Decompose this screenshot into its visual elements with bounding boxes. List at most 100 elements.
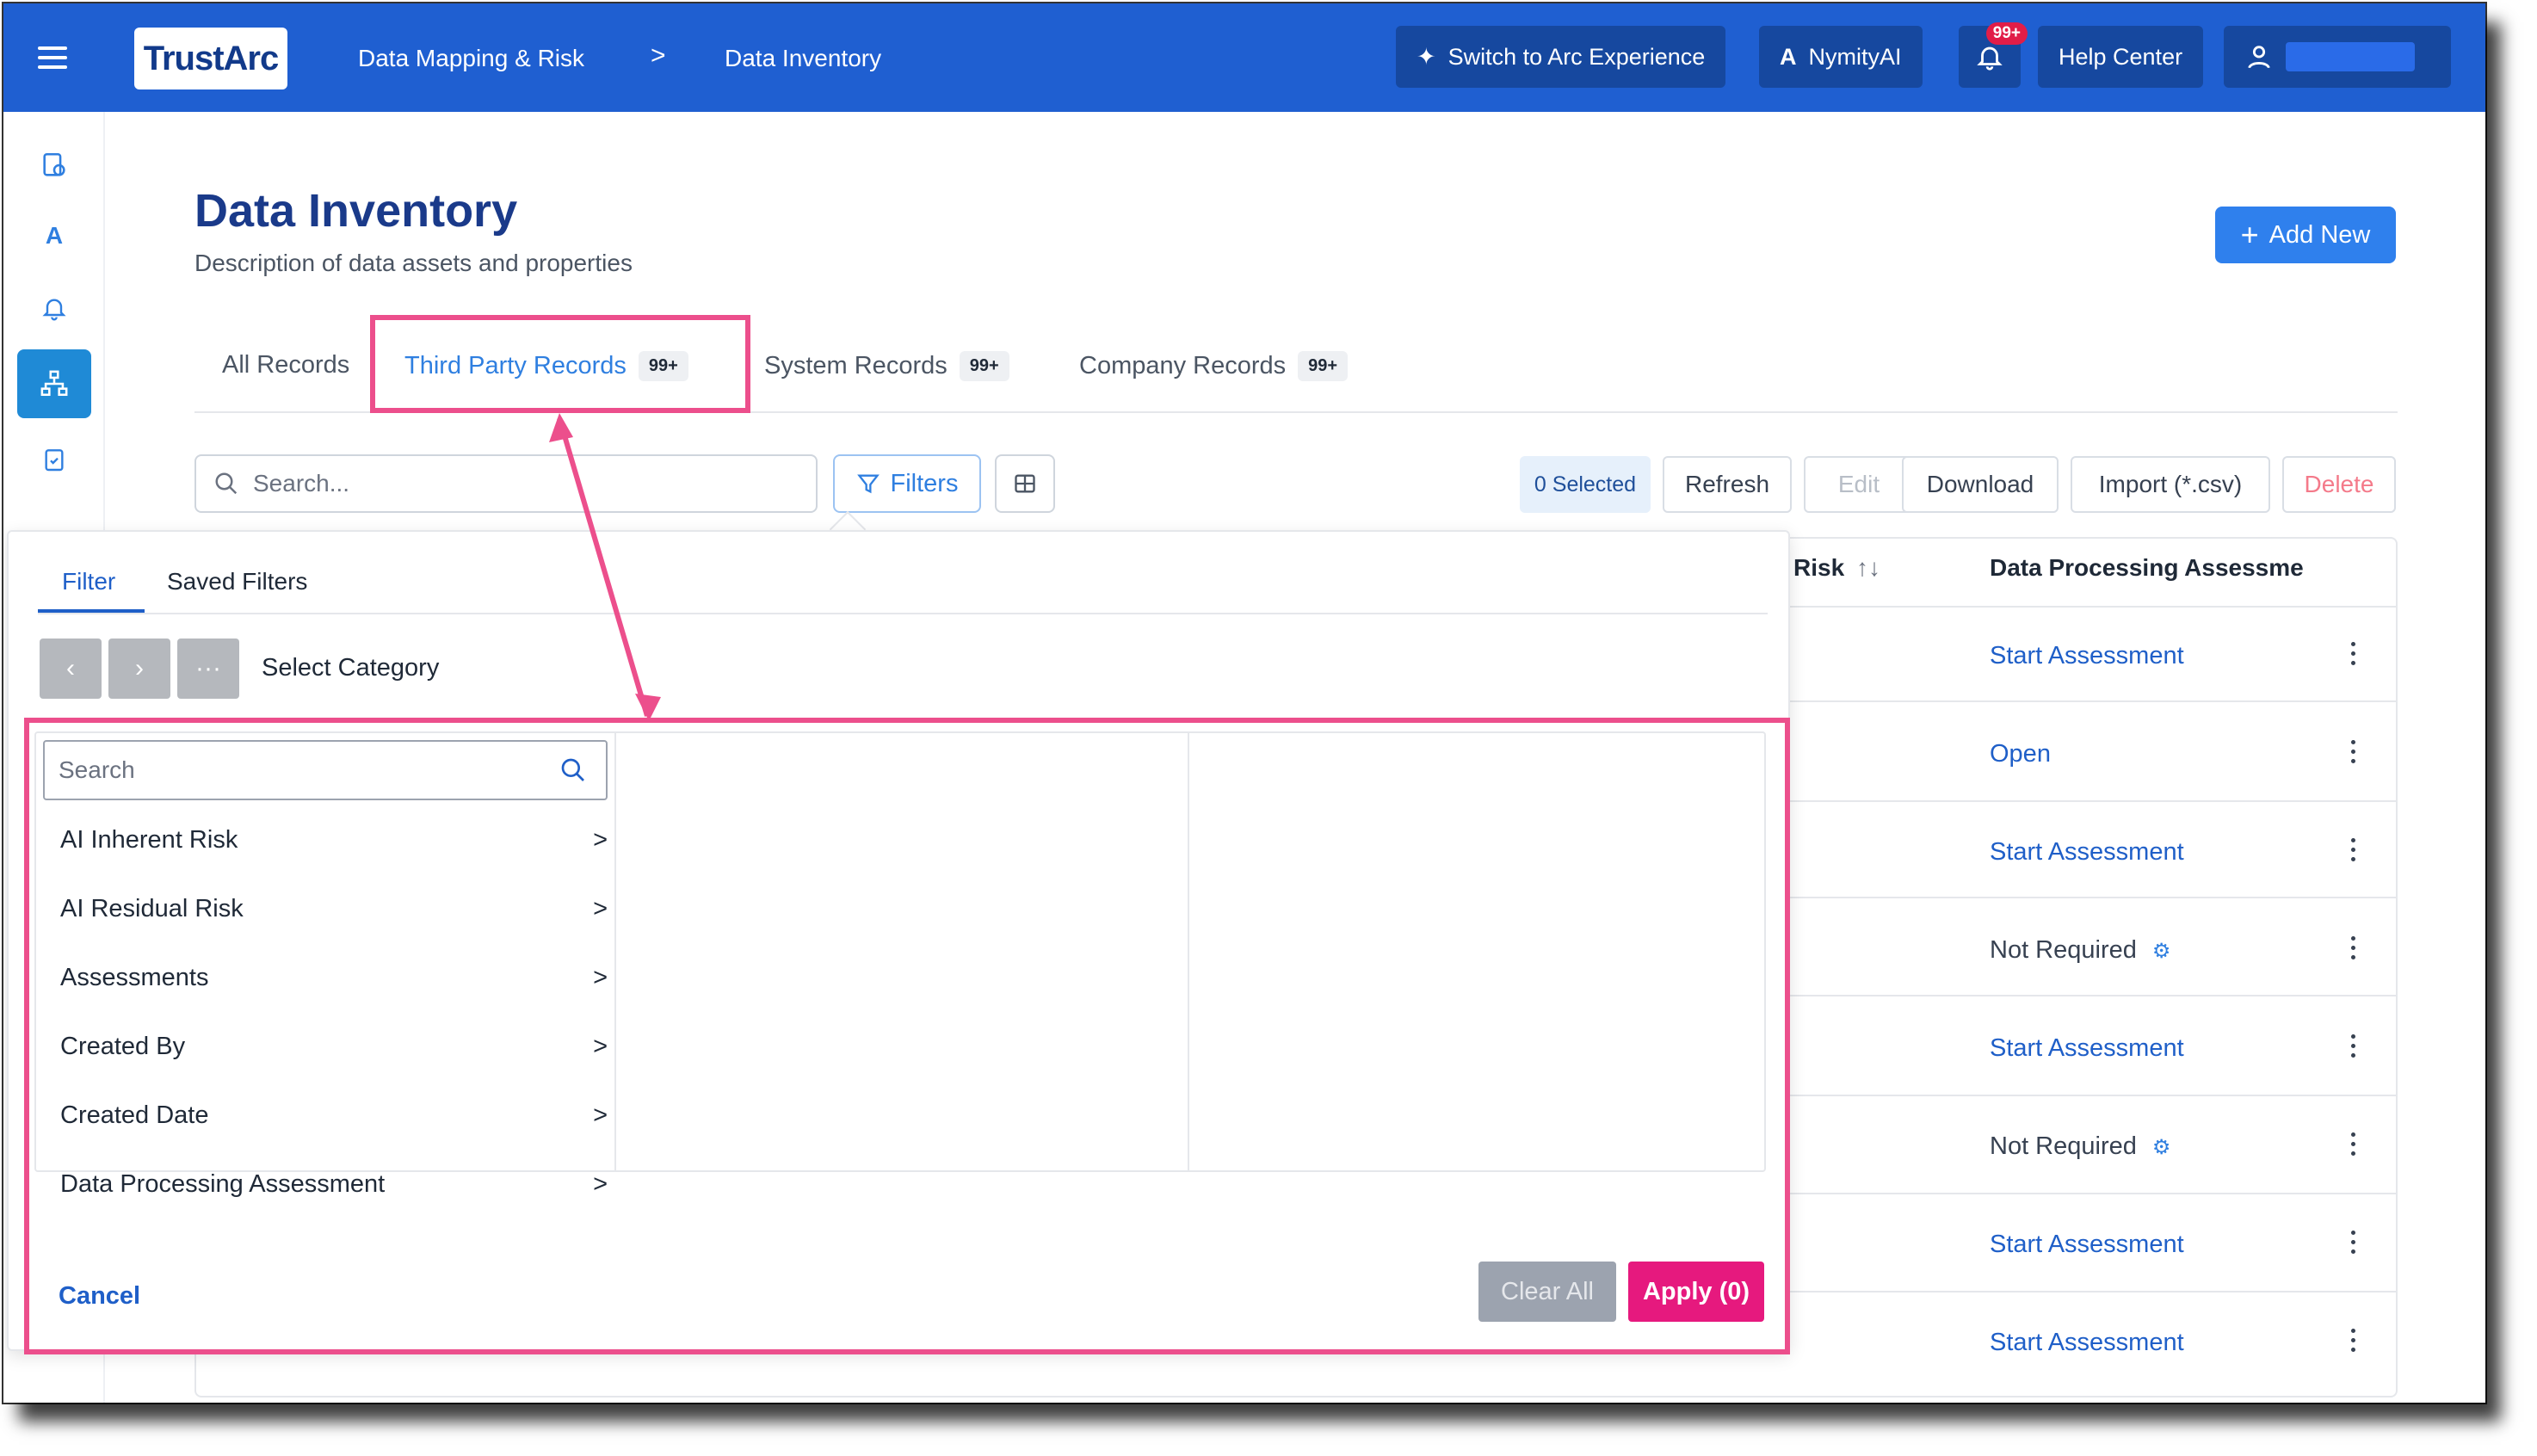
- tab-company-records[interactable]: Company Records 99+: [1079, 351, 1349, 381]
- row-divider: [1785, 1095, 2396, 1096]
- sort-icon[interactable]: ↑↓: [1856, 554, 1880, 581]
- nymityai-label: NymityAI: [1808, 43, 1902, 70]
- help-center-button[interactable]: Help Center: [2038, 26, 2204, 88]
- user-icon: [2248, 46, 2270, 69]
- table-row-assessment[interactable]: Start Assessment: [1990, 1231, 2184, 1259]
- rail-item-assessments[interactable]: [17, 425, 91, 494]
- table-row-assessment[interactable]: Start Assessment: [1990, 1034, 2184, 1063]
- breadcrumb-page: Data Inventory: [725, 45, 882, 71]
- filters-label: Filters: [890, 469, 959, 497]
- add-new-button[interactable]: + Add New: [2215, 207, 2396, 263]
- row-divider: [1785, 606, 2396, 608]
- tab-label: All Records: [222, 351, 350, 379]
- breadcrumb-separator-icon: >: [651, 41, 666, 70]
- page-description: Description of data assets and propertie…: [194, 250, 633, 276]
- row-actions-kebab-icon[interactable]: [2351, 642, 2358, 665]
- grid-icon: [1015, 474, 1035, 493]
- annotation-highlight-tab: [370, 315, 750, 413]
- row-actions-kebab-icon[interactable]: [2351, 838, 2358, 861]
- tab-count-badge: 99+: [959, 351, 1009, 381]
- gear-icon[interactable]: ⚙: [2152, 1135, 2171, 1160]
- gear-icon[interactable]: ⚙: [2152, 939, 2171, 964]
- row-actions-kebab-icon[interactable]: [2351, 740, 2358, 763]
- column-header-data-processing-assessment[interactable]: Data Processing Assessme: [1990, 554, 2304, 582]
- column-layout-button[interactable]: [995, 454, 1055, 513]
- table-row-assessment[interactable]: Start Assessment: [1990, 1329, 2184, 1357]
- trustarc-logo[interactable]: TrustArc: [134, 28, 287, 89]
- help-center-label: Help Center: [2059, 43, 2183, 70]
- hamburger-menu-icon[interactable]: [38, 46, 67, 69]
- plus-icon: +: [2240, 217, 2259, 252]
- nymityai-icon: A: [1780, 43, 1797, 70]
- switch-experience-label: Switch to Arc Experience: [1448, 43, 1706, 70]
- table-row-assessment[interactable]: Start Assessment: [1990, 838, 2184, 867]
- annotation-highlight-panel: [24, 718, 1790, 1354]
- row-actions-kebab-icon[interactable]: [2351, 1132, 2358, 1156]
- search-icon: [215, 472, 238, 495]
- table-row-assessment: Not Required ⚙: [1990, 936, 2170, 965]
- tab-all-records[interactable]: All Records: [222, 351, 349, 379]
- switch-experience-button[interactable]: ✦ Switch to Arc Experience: [1396, 26, 1726, 88]
- row-actions-kebab-icon[interactable]: [2351, 1329, 2358, 1352]
- records-search-input[interactable]: Search...: [194, 454, 818, 513]
- row-actions-kebab-icon[interactable]: [2351, 936, 2358, 959]
- search-placeholder: Search...: [253, 470, 350, 497]
- rail-item-documents[interactable]: [17, 131, 91, 200]
- tab-system-records[interactable]: System Records 99+: [764, 351, 1009, 381]
- redacted-username: [2286, 42, 2415, 71]
- selected-count-badge: 0 Selected: [1520, 456, 1651, 513]
- tab-saved-filters[interactable]: Saved Filters: [167, 568, 307, 595]
- delete-button[interactable]: Delete: [2282, 456, 2396, 513]
- breadcrumb-section[interactable]: Data Mapping & Risk: [358, 45, 584, 72]
- previous-button[interactable]: ‹: [40, 639, 102, 699]
- user-menu-button[interactable]: [2224, 26, 2451, 88]
- next-button[interactable]: ›: [108, 639, 170, 699]
- assessment-status: Not Required: [1990, 1132, 2137, 1160]
- chevron-left-icon: ‹: [66, 654, 75, 682]
- column-header-risk[interactable]: Risk ↑↓: [1793, 554, 1880, 582]
- table-row-assessment[interactable]: Open: [1990, 740, 2051, 768]
- top-bar: TrustArc Data Mapping & Risk > Data Inve…: [3, 3, 2485, 112]
- row-divider: [1785, 897, 2396, 898]
- assessment-status: Not Required: [1990, 936, 2137, 964]
- chevron-right-icon: ›: [135, 654, 144, 682]
- table-row-assessment: Not Required ⚙: [1990, 1132, 2170, 1161]
- notifications-button[interactable]: 99+: [1959, 22, 2028, 88]
- row-divider: [1785, 1291, 2396, 1293]
- row-divider: [1785, 800, 2396, 802]
- row-divider: [1785, 700, 2396, 702]
- popover-tabs-divider: [38, 613, 1768, 614]
- more-options-button[interactable]: ···: [177, 639, 239, 699]
- filters-button[interactable]: Filters: [833, 454, 981, 513]
- tab-label: System Records: [764, 352, 948, 379]
- download-button[interactable]: Download: [1902, 456, 2059, 513]
- sparkle-icon: ✦: [1417, 43, 1436, 70]
- rail-item-data-mapping[interactable]: [17, 349, 91, 418]
- import-csv-button[interactable]: Import (*.csv): [2071, 456, 2270, 513]
- rail-item-nymity[interactable]: A: [17, 201, 91, 270]
- hierarchy-icon: [40, 370, 68, 397]
- document-clock-icon: [43, 152, 65, 176]
- page-title: Data Inventory: [194, 185, 518, 237]
- rail-item-notifications[interactable]: [17, 274, 91, 342]
- refresh-button[interactable]: Refresh: [1663, 456, 1792, 513]
- funnel-icon: [856, 474, 880, 494]
- row-actions-kebab-icon[interactable]: [2351, 1231, 2358, 1254]
- row-actions-kebab-icon[interactable]: [2351, 1034, 2358, 1058]
- nymityai-button[interactable]: A NymityAI: [1759, 26, 1923, 88]
- row-divider: [1785, 995, 2396, 996]
- tab-label: Company Records: [1079, 352, 1287, 379]
- ellipsis-icon: ···: [195, 654, 221, 682]
- row-divider: [1785, 1193, 2396, 1194]
- edit-button[interactable]: Edit: [1804, 456, 1914, 513]
- add-new-label: Add New: [2268, 220, 2371, 249]
- active-tab-indicator: [38, 609, 145, 613]
- notification-count-badge: 99+: [1985, 22, 2028, 45]
- tab-filter[interactable]: Filter: [62, 568, 115, 595]
- nymity-icon: A: [45, 222, 64, 249]
- select-category-label: Select Category: [262, 654, 440, 682]
- bell-outline-icon: [42, 299, 66, 321]
- table-row-assessment[interactable]: Start Assessment: [1990, 642, 2184, 670]
- clipboard-check-icon: [45, 449, 64, 472]
- tab-count-badge: 99+: [1298, 351, 1349, 381]
